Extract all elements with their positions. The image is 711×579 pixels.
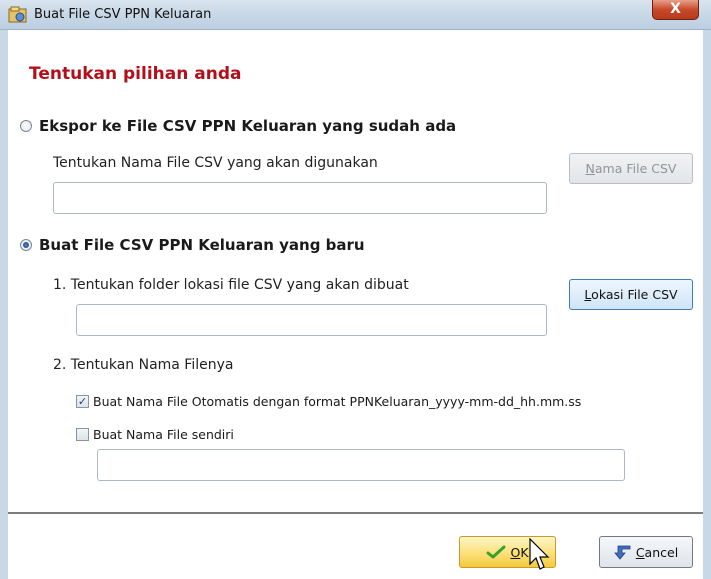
existing-file-prompt: Tentukan Nama File CSV yang akan digunak… — [53, 155, 378, 171]
ok-label: OK — [510, 544, 529, 560]
lokasi-file-csv-button[interactable]: Lokasi File CSV — [569, 279, 693, 310]
page-heading: Tentukan pilihan anda — [29, 64, 242, 84]
window-frame-right — [703, 30, 711, 579]
folder-location-input[interactable] — [76, 304, 547, 336]
radio-create-new[interactable]: Buat File CSV PPN Keluaran yang baru — [20, 236, 365, 254]
radio-export-existing-label: Ekspor ke File CSV PPN Keluaran yang sud… — [39, 117, 457, 135]
lokasi-file-csv-label: Lokasi File CSV — [584, 287, 678, 302]
checkbox-icon — [76, 428, 89, 441]
auto-filename-checkbox[interactable]: ✓ Buat Nama File Otomatis dengan format … — [76, 394, 581, 409]
window-title: Buat File CSV PPN Keluaran — [34, 7, 212, 22]
folder-step-label: 1. Tentukan folder lokasi file CSV yang … — [53, 277, 409, 293]
close-button[interactable]: X — [652, 0, 699, 20]
nama-file-csv-button[interactable]: Nama File CSV — [569, 153, 693, 184]
checkbox-icon: ✓ — [76, 395, 89, 408]
custom-filename-input[interactable] — [97, 449, 625, 481]
cancel-button[interactable]: Cancel — [599, 536, 693, 568]
auto-filename-label: Buat Nama File Otomatis dengan format PP… — [93, 394, 582, 409]
custom-filename-label: Buat Nama File sendiri — [93, 427, 234, 442]
ok-button[interactable]: OK — [459, 536, 556, 568]
radio-create-new-label: Buat File CSV PPN Keluaran yang baru — [39, 236, 365, 254]
radio-export-existing[interactable]: Ekspor ke File CSV PPN Keluaran yang sud… — [20, 117, 456, 135]
back-arrow-icon — [613, 545, 631, 560]
radio-icon — [20, 239, 32, 251]
nama-file-csv-label: Nama File CSV — [585, 161, 677, 176]
filename-step-label: 2. Tentukan Nama Filenya — [53, 357, 234, 373]
check-icon — [486, 545, 506, 559]
title-bar: Buat File CSV PPN Keluaran X — [0, 0, 711, 30]
custom-filename-checkbox[interactable]: Buat Nama File sendiri — [76, 427, 234, 442]
cancel-label: Cancel — [635, 544, 679, 560]
app-icon — [8, 6, 27, 23]
footer-divider — [8, 512, 703, 515]
close-icon: X — [670, 1, 681, 17]
window-frame-left — [0, 30, 8, 579]
existing-file-input[interactable] — [53, 182, 547, 214]
check-icon: ✓ — [77, 395, 88, 408]
radio-icon — [20, 120, 32, 132]
